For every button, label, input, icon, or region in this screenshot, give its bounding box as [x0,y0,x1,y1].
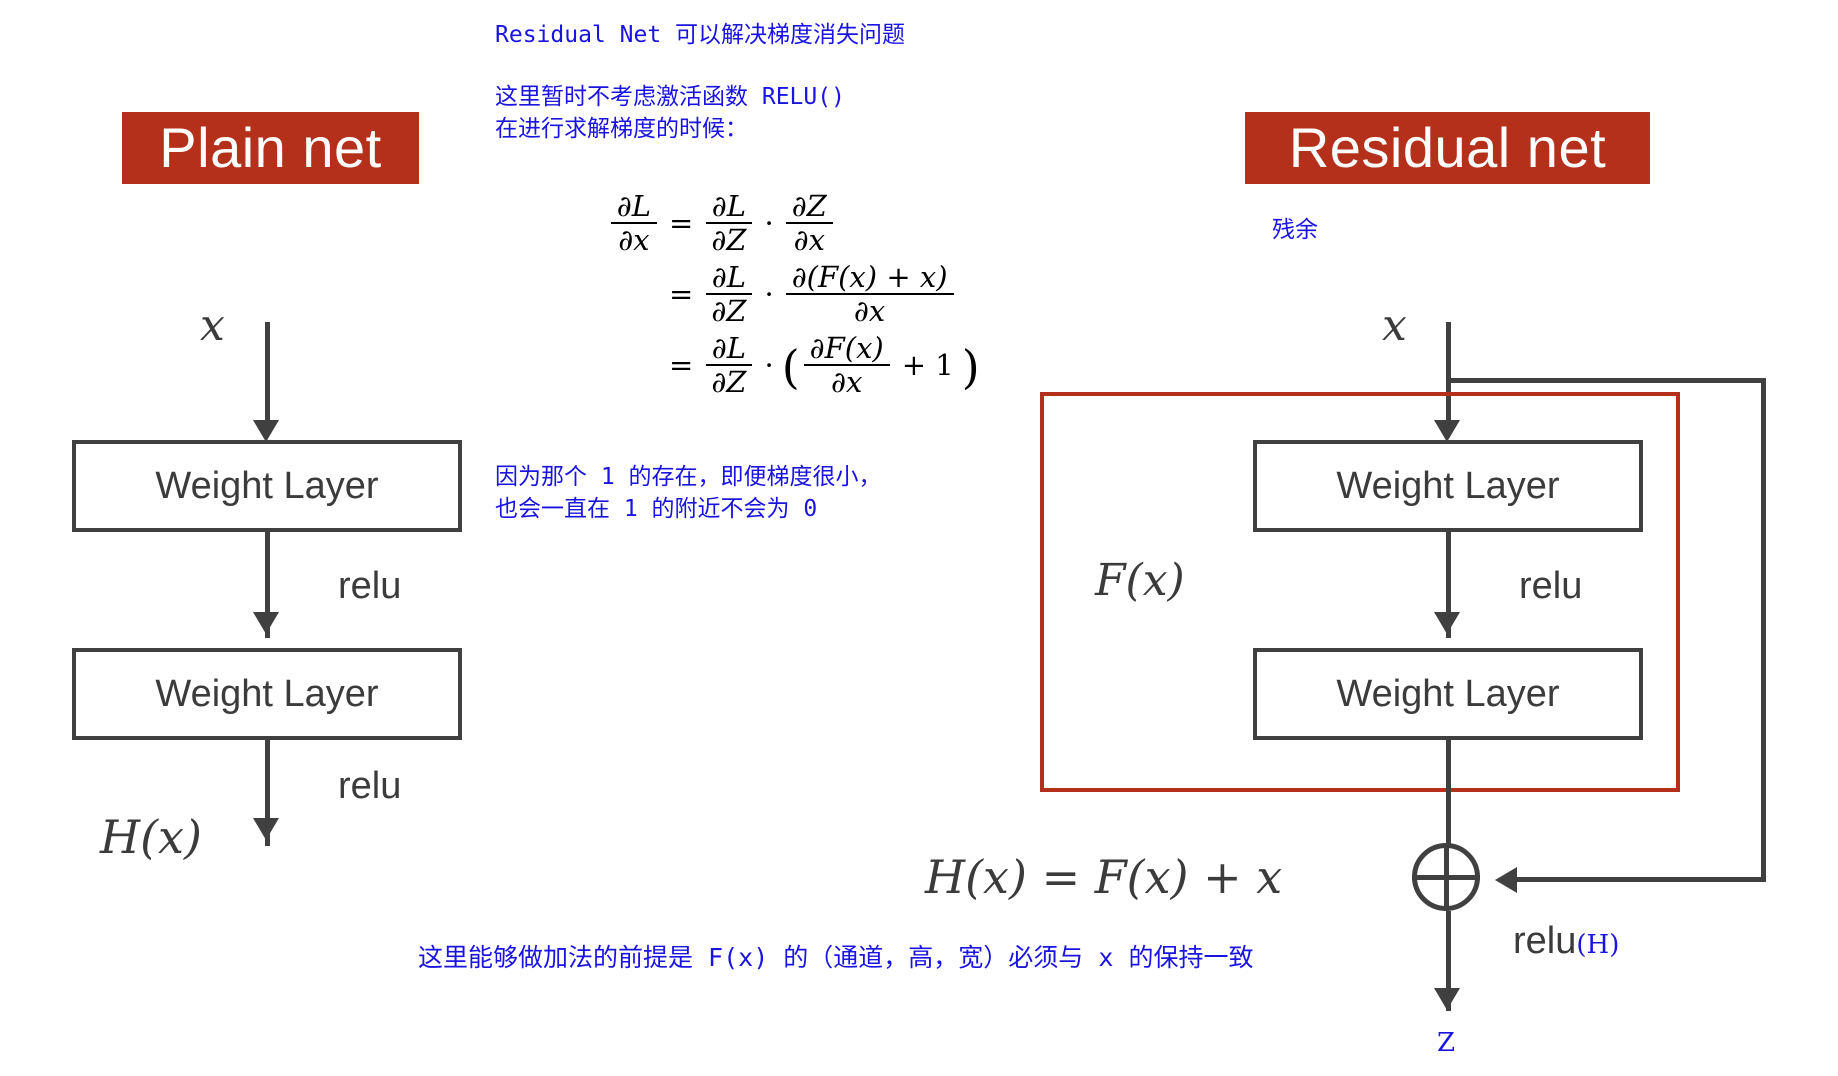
dot-operator-3: · [764,348,774,383]
note-bottom: 这里能够做加法的前提是 F(x) 的（通道，高，宽）必须与 x 的保持一致 [418,943,1254,972]
residual-weight-layer-1: Weight Layer [1253,440,1643,532]
close-paren: ) [961,339,980,394]
frac-denominator: ∂x [793,223,825,258]
plus-one: + 1 [901,348,954,383]
frac-denominator: ∂Z [711,294,747,329]
note-premise-line1: 这里暂时不考虑激活函数 RELU() [495,84,845,110]
skip-connection-right [1761,378,1766,880]
frac-dL-dx: ∂L ∂x [610,190,657,258]
residual-arrow-3-line [1446,740,1451,848]
plain-arrow-3-head [253,818,279,840]
slide-canvas: Residual Net 可以解决梯度消失问题 这里暂时不考虑激活函数 RELU… [0,0,1838,1076]
frac-numerator: ∂L [705,331,753,367]
residual-input-label: x [1382,300,1407,351]
frac-dFx-plus-x-dx: ∂(F(x) + x) ∂x [785,260,954,329]
plus-circle-icon [1412,843,1480,911]
plain-arrow-1-line [265,322,270,428]
plain-weight-layer-1: Weight Layer [72,440,462,532]
note-conclusion-line2: 也会一直在 1 的附近不会为 0 [495,496,818,522]
note-heading: Residual Net 可以解决梯度消失问题 [495,22,906,48]
note-conclusion-line1: 因为那个 1 的存在，即便梯度很小， [495,464,882,490]
dot-operator-1: · [764,206,774,241]
skip-connection-bottom [1510,877,1766,882]
frac-denominator: ∂x [831,365,863,400]
plain-arrow-1-head [253,420,279,442]
plain-weight-layer-2: Weight Layer [72,648,462,740]
gradient-equations: ∂L ∂x = ∂L ∂Z · ∂Z ∂x = ∂L ∂Z · ∂(F(x) +… [575,190,980,399]
skip-connection-top [1446,378,1766,383]
residual-sum-equation: H(x) = F(x) + x [925,850,1283,904]
frac-denominator: ∂Z [711,365,747,400]
equation-line-3: = ∂L ∂Z · ( ∂F(x) ∂x + 1 ) [575,331,980,400]
frac-numerator: ∂(F(x) + x) [785,260,954,296]
plain-input-label: x [200,300,225,351]
residual-relu-output-label: relu [1513,920,1577,962]
residual-subtitle-cn: 残余 [1272,217,1318,243]
plain-arrow-2-head [253,612,279,634]
frac-dL-dZ-2: ∂L ∂Z [705,260,753,329]
residual-output-arrowhead [1434,988,1460,1010]
frac-numerator: ∂L [610,190,657,225]
frac-denominator: ∂x [853,294,886,329]
frac-dL-dZ-3: ∂L ∂Z [705,331,753,400]
frac-denominator: ∂x [618,223,650,258]
frac-dL-dZ-1: ∂L ∂Z [705,190,753,258]
frac-numerator: ∂L [705,260,753,296]
frac-dZ-dx: ∂Z ∂x [785,190,833,258]
residual-relu-output-sub: (H) [1576,930,1620,960]
dot-operator-2: · [764,277,774,312]
frac-dFx-dx: ∂F(x) ∂x [803,331,890,400]
residual-output-label: Z [1437,1028,1456,1058]
equals-sign-3: = [669,348,694,383]
plain-output-label: H(x) [100,810,202,864]
equals-sign-1: = [669,206,694,241]
frac-numerator: ∂L [705,190,753,225]
residual-relu-label-1: relu [1519,565,1583,607]
equation-line-2: = ∂L ∂Z · ∂(F(x) + x) ∂x [575,260,980,329]
open-paren: ( [781,339,800,394]
plus-vertical-stroke [1443,843,1449,911]
equation-line-1: ∂L ∂x = ∂L ∂Z · ∂Z ∂x [575,190,980,257]
residual-arrow-2-head [1434,612,1460,634]
note-premise-line2: 在进行求解梯度的时候： [495,116,748,142]
residual-net-title: Residual net [1245,112,1650,184]
residual-fx-label: F(x) [1095,555,1185,606]
plain-relu-label-2: relu [338,765,402,807]
plain-net-title: Plain net [122,112,419,184]
frac-numerator: ∂Z [785,190,833,225]
frac-numerator: ∂F(x) [803,331,890,367]
frac-denominator: ∂Z [711,223,747,258]
residual-relu-output-group: relu(H) [1513,920,1619,963]
residual-weight-layer-2: Weight Layer [1253,648,1643,740]
skip-connection-arrowhead [1495,867,1517,893]
equals-sign-2: = [669,277,694,312]
plain-relu-label-1: relu [338,565,402,607]
